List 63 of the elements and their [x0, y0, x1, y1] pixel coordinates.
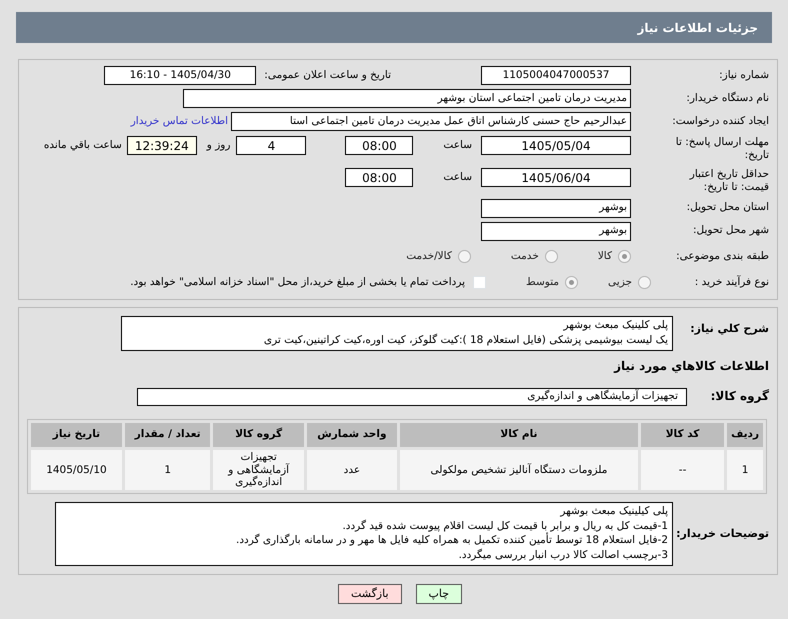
radio-label: کالا: [598, 248, 612, 264]
radio-label: کالا/خدمت: [406, 248, 452, 264]
field-label: ساعت: [443, 138, 472, 153]
radio-label: متوسط: [526, 274, 560, 290]
announce-date-field[interactable]: 1405/04/30 - 16:10: [104, 66, 256, 85]
table-cell: 1405/05/10: [31, 450, 122, 490]
deadline-date-field[interactable]: 1405/05/04: [481, 136, 631, 155]
treasury-checkbox[interactable]: [473, 276, 486, 289]
field-label: ایجاد کننده درخواست:: [671, 114, 770, 128]
contact-link[interactable]: اطلاعات تماس خریدار: [130, 114, 228, 130]
section-title: اطلاعات کالاهاي مورد نياز: [612, 358, 769, 375]
buyer-org-field[interactable]: مدیریت درمان تامین اجتماعی استان بوشهر: [183, 89, 631, 108]
radio-label: جزیی: [608, 274, 632, 290]
field-label: ساعت باقي مانده: [44, 138, 122, 153]
field-label: گروه کالا:: [710, 389, 770, 404]
table-cell: ملزومات دستگاه آنالیز تشخیص مولکولی: [400, 450, 638, 490]
table-cell: 1: [727, 450, 763, 490]
field-label: ساعت: [443, 170, 472, 186]
field-label: نام دستگاه خریدار:: [685, 92, 770, 106]
column-header: تاریخ نیاز: [31, 423, 122, 447]
column-header: واحد شمارش: [306, 423, 397, 447]
field-label: حداقل تاریخ اعتبار قیمت: تا تاریخ:: [688, 168, 770, 194]
column-header: کد کالا: [641, 423, 724, 447]
column-header: ردیف: [727, 423, 763, 447]
back-button[interactable]: بازگشت: [338, 584, 402, 604]
validity-date-field[interactable]: 1405/06/04: [481, 168, 631, 188]
field-label: شهر محل تحویل:: [692, 224, 770, 238]
validity-time-field[interactable]: 08:00: [345, 168, 414, 188]
description-box: پلی کلینیک مبعث بوشهر یک لیست بیوشیمی پزشکی (فایل استعلام 18 ):کیت گلوکز، کیت اوره،کیت کراتینین،کیت تری: [121, 316, 673, 351]
field-label: نوع فرآیند خرید :: [694, 276, 770, 290]
print-button[interactable]: چاپ: [416, 584, 462, 604]
remaining-time-field[interactable]: 12:39:24: [126, 136, 197, 155]
deadline-time-field[interactable]: 08:00: [345, 136, 414, 155]
radio-button[interactable]: [544, 250, 558, 263]
need-number-field[interactable]: 1105004047000537: [481, 66, 631, 85]
table-cell: 1: [124, 450, 210, 490]
column-header: تعداد / مقدار: [124, 423, 210, 447]
creator-field[interactable]: عبدالرحیم حاج حسنی کارشناس اتاق عمل مدیریت درمان تامین اجتماعی استا: [231, 112, 631, 131]
goods-group-field[interactable]: تجهیزات آزمایشگاهی و اندازه‌گیری: [137, 388, 687, 406]
column-header: نام کالا: [400, 423, 638, 447]
days-field[interactable]: 4: [236, 136, 306, 155]
field-label: شرح کلي نياز:: [689, 322, 770, 336]
table-cell: --: [641, 450, 724, 490]
city-field[interactable]: بوشهر: [481, 222, 631, 240]
column-header: گروه کالا: [213, 423, 304, 447]
table-cell: عدد: [306, 450, 397, 490]
notes-box: پلی کیلینیک مبعث بوشهر 1-قیمت کل به ریال و برابر با قیمت کل لیست اقلام پیوست شده قید گردد. 2-فایل استعلام 18 توسط تأمین کننده تکمیل به همراه کلیه فایل ها مهر و در سامانه بارگذاری گردد. 3-برچسب اصالت کالا درب انبار بررسی میگردد.: [55, 502, 673, 566]
radio-label: خدمت: [510, 248, 539, 264]
field-label: توضیحات خریدار:: [675, 527, 770, 541]
field-label: تاریخ و ساعت اعلان عمومی:: [264, 68, 391, 83]
field-label: مهلت ارسال پاسخ: تا تاریخ:: [674, 136, 770, 162]
field-label: طبقه بندی موضوعی:: [675, 250, 770, 264]
treasury-note: پرداخت تمام یا بخشی از مبلغ خرید،از محل "اسناد خزانه اسلامی" خواهد بود.: [130, 274, 466, 290]
field-label: شماره نیاز:: [718, 68, 770, 82]
table-cell: تجهیزات آزمایشگاهی و اندازه‌گیری: [213, 450, 304, 490]
field-label: استان محل تحویل:: [686, 201, 770, 215]
radio-button[interactable]: [458, 250, 471, 263]
province-field[interactable]: بوشهر: [481, 198, 631, 218]
radio-button[interactable]: [638, 276, 651, 289]
field-label: روز و: [206, 138, 230, 153]
radio-button[interactable]: [565, 276, 578, 289]
radio-button[interactable]: [618, 250, 631, 263]
page-header: جزئیات اطلاعات نیاز: [16, 12, 772, 43]
